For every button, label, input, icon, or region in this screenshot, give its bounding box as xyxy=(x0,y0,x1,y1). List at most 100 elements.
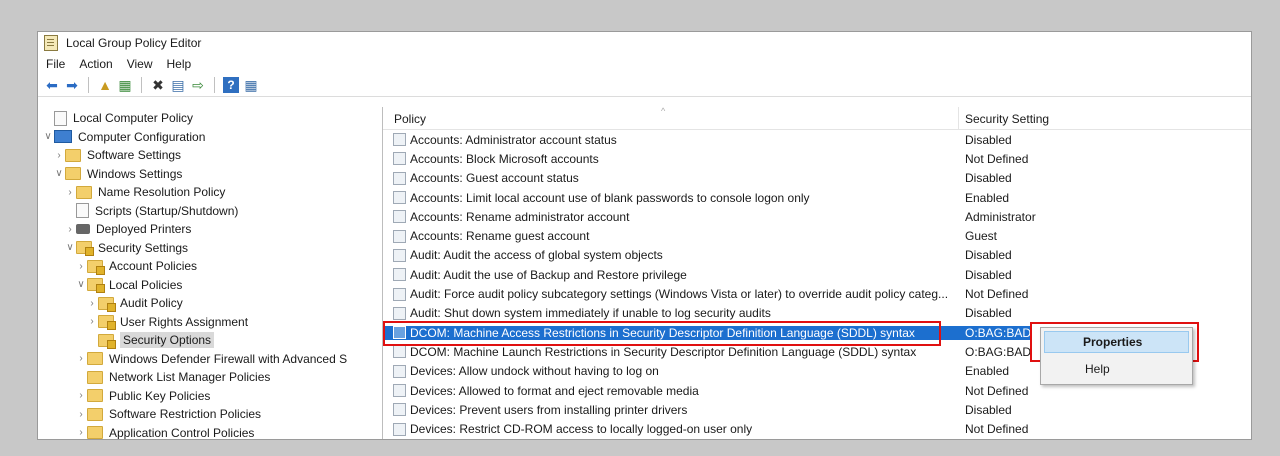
tree-item-label: Security Settings xyxy=(98,240,189,255)
policy-row[interactable]: Devices: Restrict CD-ROM access to local… xyxy=(383,419,1251,438)
policy-cell: Accounts: Administrator account status xyxy=(383,133,959,147)
policy-row[interactable]: Audit: Shut down system immediately if u… xyxy=(383,304,1251,323)
tree-item[interactable]: Security Options xyxy=(38,331,382,350)
folder-icon xyxy=(87,352,103,366)
tree-item[interactable]: › Software Settings xyxy=(38,146,382,165)
collapsed-chevron-icon[interactable]: › xyxy=(64,187,76,198)
tree-item[interactable]: ∨ Windows Settings xyxy=(38,165,382,184)
collapsed-chevron-icon[interactable]: › xyxy=(64,224,76,235)
tree-item[interactable]: Scripts (Startup/Shutdown) xyxy=(38,202,382,221)
tree-item[interactable]: ∨ Local Policies xyxy=(38,276,382,295)
policy-cell: Accounts: Limit local account use of bla… xyxy=(383,191,959,205)
show-hide-tree-icon[interactable]: ▦ xyxy=(117,77,133,93)
tree-item[interactable]: ∨ Security Settings xyxy=(38,239,382,258)
collapsed-chevron-icon[interactable]: › xyxy=(75,427,87,438)
policy-name: Audit: Audit the access of global system… xyxy=(410,248,663,263)
security-setting-value: Disabled xyxy=(965,402,1012,417)
tree-item[interactable]: Network List Manager Policies xyxy=(38,368,382,387)
policy-row[interactable]: Accounts: Limit local account use of bla… xyxy=(383,188,1251,207)
collapsed-chevron-icon[interactable]: › xyxy=(86,316,98,327)
properties-icon[interactable]: ▤ xyxy=(170,77,186,93)
up-folder-icon[interactable]: ▲ xyxy=(97,77,113,93)
tree-item[interactable]: › Application Control Policies xyxy=(38,424,382,439)
column-setting-label: Security Setting xyxy=(965,112,1050,126)
collapsed-chevron-icon[interactable]: › xyxy=(75,409,87,420)
tree-item[interactable]: Local Computer Policy xyxy=(38,109,382,128)
policy-row[interactable]: Accounts: Guest account status Disabled xyxy=(383,169,1251,188)
security-setting-value: Disabled xyxy=(965,248,1012,263)
tree-item[interactable]: › Windows Defender Firewall with Advanced… xyxy=(38,350,382,369)
column-header-setting[interactable]: Security Setting xyxy=(959,107,1049,129)
back-arrow-icon[interactable]: ⬅ xyxy=(44,77,60,93)
menu-help[interactable]: Help xyxy=(167,57,192,71)
tree-item[interactable]: › Account Policies xyxy=(38,257,382,276)
title-bar: Local Group Policy Editor xyxy=(38,32,1251,54)
tree-item[interactable]: › Public Key Policies xyxy=(38,387,382,406)
tree-item-label: Software Settings xyxy=(87,148,182,163)
expanded-chevron-icon[interactable]: ∨ xyxy=(42,131,54,142)
expanded-chevron-icon[interactable]: ∨ xyxy=(75,279,87,290)
tree-item[interactable]: ∨ Computer Configuration xyxy=(38,128,382,147)
app-window: Local Group Policy Editor File Action Vi… xyxy=(37,31,1252,440)
security-setting-value: Not Defined xyxy=(965,287,1029,302)
policy-row[interactable]: Audit: Audit the use of Backup and Resto… xyxy=(383,265,1251,284)
security-setting-value: Disabled xyxy=(965,132,1012,147)
policy-row[interactable]: Audit: Audit the access of global system… xyxy=(383,246,1251,265)
collapsed-chevron-icon[interactable]: › xyxy=(75,261,87,272)
policy-cell: Accounts: Guest account status xyxy=(383,171,959,185)
security-setting-value: Enabled xyxy=(965,364,1010,379)
security-folder-icon xyxy=(87,259,105,275)
policy-setting-icon xyxy=(393,171,406,185)
menu-view[interactable]: View xyxy=(127,57,153,71)
policy-cell: DCOM: Machine Access Restrictions in Sec… xyxy=(383,325,959,340)
view-icon[interactable]: ▦ xyxy=(243,77,259,93)
security-setting-value: Not Defined xyxy=(965,151,1029,166)
security-setting-value: Disabled xyxy=(965,171,1012,186)
menu-bar: File Action View Help xyxy=(38,54,1251,74)
collapsed-chevron-icon[interactable]: › xyxy=(75,353,87,364)
context-menu: Properties Help xyxy=(1040,327,1193,385)
column-header-policy[interactable]: Policy ^ xyxy=(383,107,959,129)
policy-name: Accounts: Rename administrator account xyxy=(410,209,630,224)
policy-setting-icon xyxy=(393,133,406,147)
policy-cell: Accounts: Rename administrator account xyxy=(383,210,959,224)
tree-item-label: Public Key Policies xyxy=(109,388,211,403)
expanded-chevron-icon[interactable]: ∨ xyxy=(64,242,76,253)
delete-icon[interactable]: ✖ xyxy=(150,77,166,93)
help-icon[interactable]: ? xyxy=(223,77,239,93)
tree-item[interactable]: › Software Restriction Policies xyxy=(38,405,382,424)
policy-row[interactable]: Accounts: Block Microsoft accounts Not De… xyxy=(383,149,1251,168)
tree-item-label: Deployed Printers xyxy=(96,222,192,237)
expanded-chevron-icon[interactable]: ∨ xyxy=(53,168,65,179)
menu-action[interactable]: Action xyxy=(79,57,112,71)
collapsed-chevron-icon[interactable]: › xyxy=(86,298,98,309)
tree-item-label: Local Policies xyxy=(109,277,183,292)
security-setting-value: O:BAG:BAD xyxy=(965,344,1032,359)
menu-file[interactable]: File xyxy=(46,57,65,71)
policy-cell: Devices: Allowed to format and eject rem… xyxy=(383,384,959,398)
console-tree: Local Computer Policy ∨ Computer Configura… xyxy=(38,107,383,439)
context-menu-help[interactable]: Help xyxy=(1044,358,1189,380)
export-list-icon[interactable]: ⇨ xyxy=(190,77,206,93)
collapsed-chevron-icon[interactable]: › xyxy=(75,390,87,401)
security-setting-value: Guest xyxy=(965,229,998,244)
policy-setting-icon xyxy=(393,152,406,166)
policy-name: DCOM: Machine Launch Restrictions in Sec… xyxy=(410,344,917,359)
policy-row[interactable]: Accounts: Administrator account status Di… xyxy=(383,130,1251,149)
tree-item[interactable]: › Audit Policy xyxy=(38,294,382,313)
policy-name: Accounts: Limit local account use of bla… xyxy=(410,190,810,205)
tree-item[interactable]: › Deployed Printers xyxy=(38,220,382,239)
folder-icon xyxy=(87,370,103,384)
policy-row[interactable]: Devices: Prevent users from installing p… xyxy=(383,400,1251,419)
policy-name: Audit: Audit the use of Backup and Resto… xyxy=(410,267,687,282)
policy-row[interactable]: Accounts: Rename guest account Guest xyxy=(383,226,1251,245)
tree-item[interactable]: › User Rights Assignment xyxy=(38,313,382,332)
forward-arrow-icon[interactable]: ➡ xyxy=(64,77,80,93)
collapsed-chevron-icon[interactable]: › xyxy=(53,150,65,161)
tree-item[interactable]: › Name Resolution Policy xyxy=(38,183,382,202)
policy-setting-icon xyxy=(393,384,406,397)
security-folder-icon xyxy=(98,315,116,331)
policy-row[interactable]: Accounts: Rename administrator account Ad… xyxy=(383,207,1251,226)
policy-row[interactable]: Audit: Force audit policy subcategory se… xyxy=(383,284,1251,303)
context-menu-properties[interactable]: Properties xyxy=(1044,331,1189,353)
